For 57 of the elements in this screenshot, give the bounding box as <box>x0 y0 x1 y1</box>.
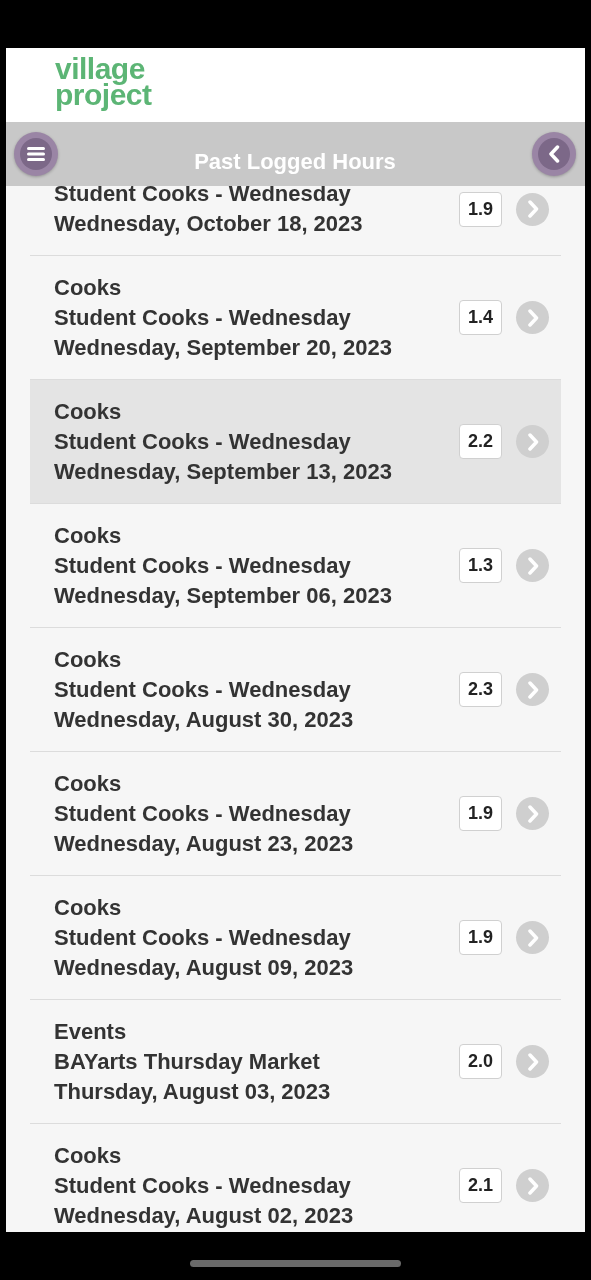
hours-badge: 1.9 <box>458 796 502 831</box>
chevron-right-icon <box>526 432 539 451</box>
category-text: Cooks <box>54 893 122 922</box>
activity-text: Student Cooks - Wednesday <box>54 1171 351 1200</box>
activity-text: Student Cooks - Wednesday <box>54 551 351 580</box>
hours-badge: 2.1 <box>458 1168 502 1203</box>
date-text: Wednesday, August 23, 2023 <box>54 829 354 858</box>
chevron-button[interactable] <box>516 673 549 706</box>
chevron-right-icon <box>526 928 539 947</box>
chevron-button[interactable] <box>516 1169 549 1202</box>
hours-badge: 1.9 <box>458 920 502 955</box>
date-text: Wednesday, September 13, 2023 <box>54 457 392 486</box>
date-text: Wednesday, September 20, 2023 <box>54 333 392 362</box>
chevron-button[interactable] <box>516 425 549 458</box>
hours-badge: 2.0 <box>458 1044 502 1079</box>
chevron-right-icon <box>526 1176 539 1195</box>
category-text: Cooks <box>54 645 122 674</box>
menu-button[interactable] <box>14 132 58 176</box>
chevron-button[interactable] <box>516 192 549 226</box>
category-text: Cooks <box>54 1141 122 1170</box>
chevron-right-icon <box>526 804 539 823</box>
chevron-button[interactable] <box>516 549 549 582</box>
category-text: Cooks <box>54 521 122 550</box>
log-entry[interactable]: Cooks Student Cooks - Wednesday Wednesday, September 13, 2023 2.2 <box>30 380 561 504</box>
chevron-button[interactable] <box>516 797 549 830</box>
hours-badge: 1.3 <box>458 548 502 583</box>
chevron-right-icon <box>526 556 539 575</box>
category-text: Cooks <box>54 769 122 798</box>
chevron-left-icon <box>548 145 560 163</box>
activity-text: Student Cooks - Wednesday <box>54 427 351 456</box>
activity-text: Student Cooks - Wednesday <box>54 303 351 332</box>
menu-icon <box>27 147 45 161</box>
category-text: Cooks <box>54 397 122 426</box>
category-text: Cooks <box>54 273 122 302</box>
chevron-right-icon <box>526 308 539 327</box>
chevron-button[interactable] <box>516 1045 549 1078</box>
date-text: Wednesday, August 30, 2023 <box>54 705 354 734</box>
chevron-right-icon <box>526 680 539 699</box>
back-button[interactable] <box>532 132 576 176</box>
chevron-right-icon <box>526 1052 539 1071</box>
activity-text: Student Cooks - Wednesday <box>54 799 351 828</box>
activity-text: BAYarts Thursday Market <box>54 1047 320 1076</box>
chevron-button[interactable] <box>516 301 549 334</box>
activity-text: Student Cooks - Wednesday <box>54 675 351 704</box>
chevron-right-icon <box>526 200 539 218</box>
hours-badge: 2.3 <box>458 672 502 707</box>
date-text: Wednesday, August 09, 2023 <box>54 953 354 982</box>
hours-badge: 1.9 <box>458 191 502 227</box>
date-text: Wednesday, October 18, 2023 <box>54 210 363 238</box>
date-text: Wednesday, August 02, 2023 <box>54 1201 354 1230</box>
category-text: Events <box>54 1017 127 1046</box>
hours-badge: 2.2 <box>458 424 502 459</box>
activity-text: Student Cooks - Wednesday <box>54 923 351 952</box>
date-text: Thursday, August 03, 2023 <box>54 1077 331 1106</box>
chevron-button[interactable] <box>516 921 549 954</box>
hours-badge: 1.4 <box>458 300 502 335</box>
date-text: Wednesday, September 06, 2023 <box>54 581 392 610</box>
